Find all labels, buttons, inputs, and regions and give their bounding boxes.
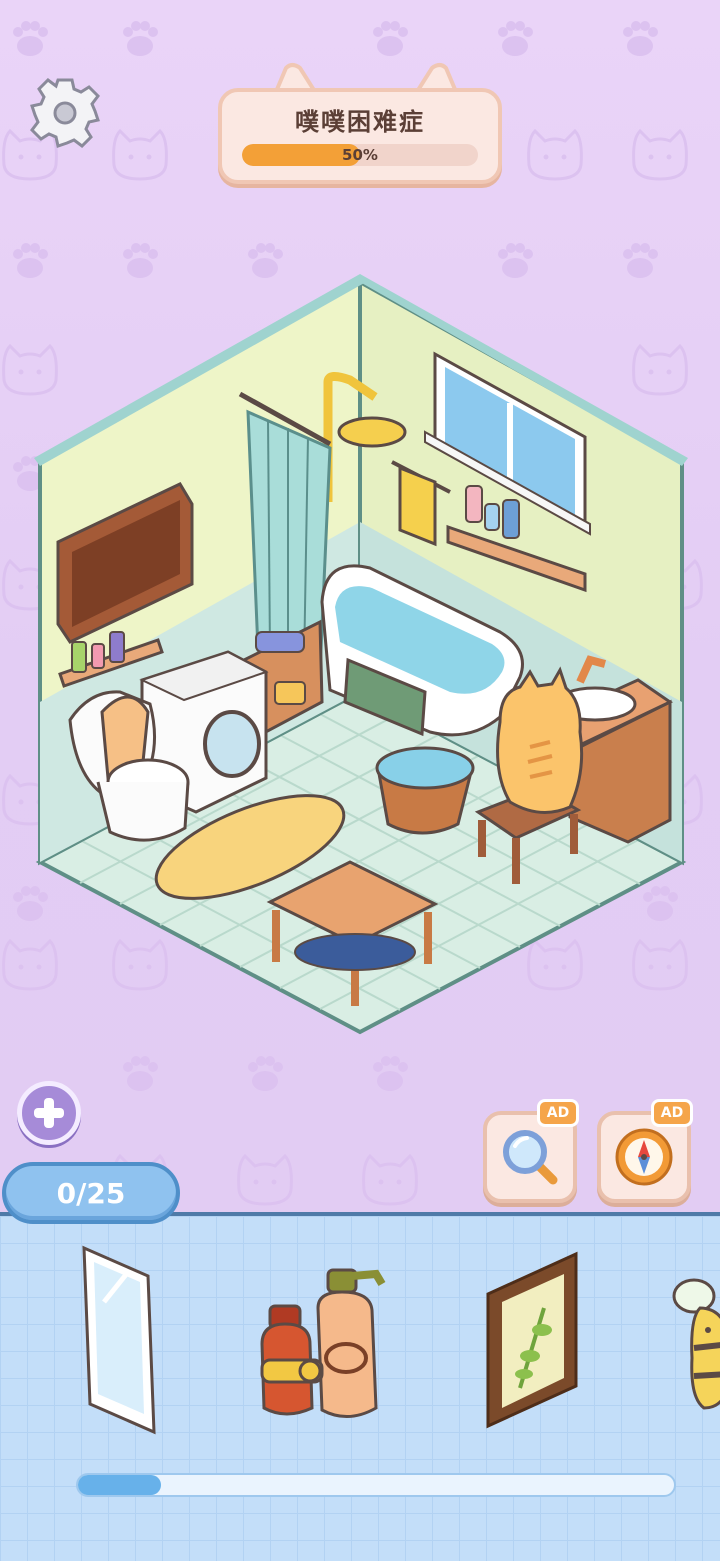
compass-hint-button[interactable]: AD <box>597 1099 693 1203</box>
shampoo-bottles-icon <box>260 1268 386 1418</box>
ad-badge: AD <box>651 1099 693 1127</box>
tray-scrollbar[interactable] <box>76 1473 676 1497</box>
tray-item-mirror[interactable] <box>78 1240 162 1440</box>
plus-icon <box>34 1098 64 1128</box>
gear-icon <box>30 78 100 148</box>
plant-picture-frame-icon <box>486 1251 578 1429</box>
game-scene: 噗噗困难症 50% AD AD <box>0 0 720 1215</box>
level-progress-label: 50% <box>342 146 378 164</box>
mirror-icon <box>82 1245 156 1435</box>
level-title: 噗噗困难症 <box>295 108 425 136</box>
tray-item-bee-plush[interactable] <box>660 1240 720 1440</box>
found-items-counter: 0/25 <box>2 1162 180 1224</box>
ad-badge: AD <box>537 1099 579 1127</box>
wooden-bucket[interactable] <box>375 746 475 835</box>
add-button[interactable] <box>17 1081 81 1145</box>
orange-cat[interactable] <box>496 666 584 814</box>
bathroom-room[interactable] <box>30 272 692 1038</box>
compass-icon <box>615 1128 673 1186</box>
tray-item-shampoo[interactable] <box>252 1240 412 1440</box>
bee-plush-icon <box>672 1278 720 1410</box>
tray-item-picture-frame[interactable] <box>480 1240 590 1440</box>
magnifier-hint-button[interactable]: AD <box>483 1099 579 1203</box>
settings-button[interactable] <box>27 75 103 151</box>
tray-scrollbar-thumb[interactable] <box>78 1475 162 1495</box>
magnifier-icon <box>503 1130 558 1185</box>
level-title-card: 噗噗困难症 50% <box>218 62 502 184</box>
